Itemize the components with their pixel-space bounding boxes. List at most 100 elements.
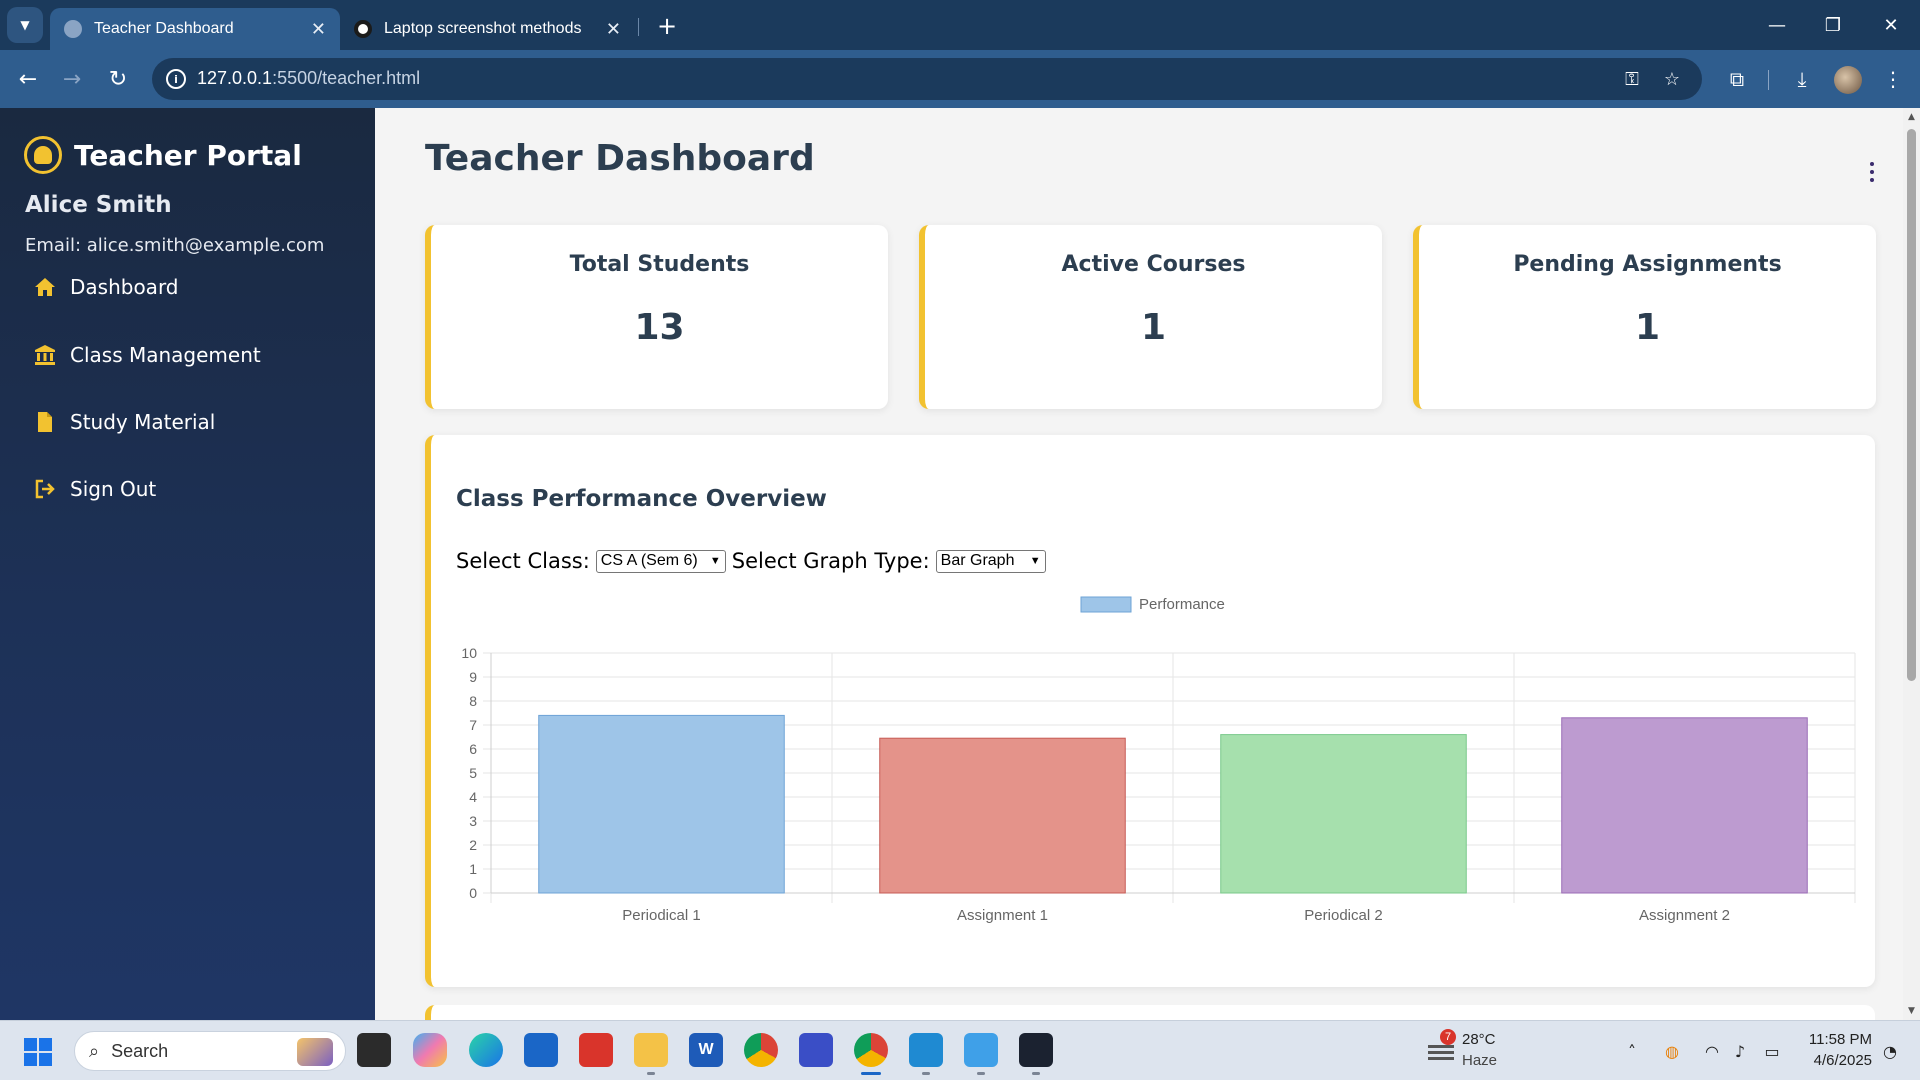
- stat-card-active-courses: Active Courses 1: [919, 225, 1382, 409]
- windows-start-icon[interactable]: [24, 1038, 52, 1066]
- legend-swatch: [1080, 596, 1132, 613]
- download-icon[interactable]: ⤓: [1787, 64, 1817, 94]
- mathworks-icon[interactable]: [799, 1033, 833, 1067]
- sidebar-item-label: Study Material: [70, 410, 216, 434]
- close-tab-icon[interactable]: ✕: [606, 19, 621, 40]
- back-button[interactable]: ←: [13, 64, 43, 94]
- task-view-icon[interactable]: [357, 1033, 391, 1067]
- class-select[interactable]: CS A (Sem 6) ▼: [595, 549, 726, 573]
- terminal-icon[interactable]: [1019, 1033, 1053, 1067]
- running-indicator-active: [861, 1072, 881, 1075]
- tab-search-button[interactable]: ▼: [7, 7, 43, 43]
- taskbar-search[interactable]: ⌕ Search: [74, 1031, 346, 1071]
- minimize-button[interactable]: —: [1762, 10, 1792, 40]
- app-tray-icon[interactable]: ◍: [1660, 1039, 1684, 1063]
- key-icon[interactable]: ⚿: [1620, 67, 1644, 91]
- extensions-icon[interactable]: ⧉: [1722, 64, 1752, 94]
- sidebar-item-class-management[interactable]: Class Management: [34, 343, 261, 367]
- close-window-button[interactable]: ✕: [1876, 10, 1906, 40]
- volume-icon[interactable]: ♪: [1728, 1039, 1752, 1063]
- chevron-up-icon[interactable]: ˄: [1620, 1039, 1644, 1063]
- class-select-label: Select Class:: [456, 549, 590, 573]
- address-bar[interactable]: i 127.0.0.1:5500/teacher.html ⚿ ☆: [152, 58, 1702, 100]
- stat-value: 1: [1634, 307, 1661, 348]
- scroll-up-icon[interactable]: ▲: [1907, 112, 1916, 122]
- forward-button[interactable]: →: [57, 64, 87, 94]
- vscode-icon[interactable]: [909, 1033, 943, 1067]
- y-tick-label: 9: [469, 669, 477, 685]
- page-viewport: Teacher Portal Alice Smith Email: alice.…: [0, 108, 1920, 1020]
- file-icon: [34, 411, 56, 433]
- main-content: Teacher Dashboard Total Students 13 Acti…: [375, 108, 1903, 1020]
- home-icon: [34, 276, 56, 298]
- tab-title: Laptop screenshot methods: [384, 20, 582, 37]
- file-explorer-icon[interactable]: [634, 1033, 668, 1067]
- user-name: Alice Smith: [25, 192, 172, 218]
- close-tab-icon[interactable]: ✕: [311, 19, 326, 40]
- sidebar-item-label: Sign Out: [70, 477, 157, 501]
- graph-type-select-label: Select Graph Type:: [731, 549, 930, 573]
- stat-label: Total Students: [569, 252, 750, 277]
- browser-tab-strip: ▼ Teacher Dashboard ✕ Laptop screenshot …: [0, 0, 1920, 50]
- menu-icon[interactable]: ⋮: [1878, 64, 1908, 94]
- restore-button[interactable]: ❐: [1818, 10, 1848, 40]
- edge-icon[interactable]: [469, 1033, 503, 1067]
- clock-time[interactable]: 11:58 PM: [1800, 1031, 1872, 1048]
- next-card-edge: [425, 1005, 1875, 1020]
- stat-value: 1: [1140, 307, 1167, 348]
- taskbar-search-placeholder: Search: [111, 1040, 169, 1061]
- copilot-icon[interactable]: [413, 1033, 447, 1067]
- search-icon: ⌕: [89, 1040, 100, 1061]
- running-indicator: [647, 1072, 655, 1075]
- performance-card: Class Performance Overview Select Class:…: [425, 435, 1875, 987]
- tab-teacher-dashboard[interactable]: Teacher Dashboard ✕: [50, 8, 340, 50]
- word-icon[interactable]: W: [689, 1033, 723, 1067]
- page-scrollbar[interactable]: ▲ ▼: [1903, 108, 1920, 1020]
- x-tick-label: Assignment 2: [1639, 907, 1730, 924]
- red-app-icon[interactable]: [579, 1033, 613, 1067]
- bar-periodical-2: [1220, 734, 1467, 894]
- x-tick-label: Periodical 1: [622, 907, 700, 924]
- bar-assignment-2: [1561, 717, 1808, 894]
- wifi-icon[interactable]: ◠: [1700, 1039, 1724, 1063]
- x-tick-label: Periodical 2: [1304, 907, 1382, 924]
- sidebar-item-study-material[interactable]: Study Material: [34, 410, 215, 434]
- weather-temp[interactable]: 28°C: [1462, 1031, 1496, 1048]
- graph-type-select[interactable]: Bar Graph ▼: [935, 549, 1046, 573]
- weather-desc[interactable]: Haze: [1462, 1052, 1497, 1069]
- reload-button[interactable]: ↻: [103, 64, 133, 94]
- new-tab-button[interactable]: +: [652, 11, 682, 41]
- y-tick-label: 4: [469, 789, 477, 805]
- chrome-icon[interactable]: [744, 1033, 778, 1067]
- stat-value: 13: [634, 307, 685, 348]
- stat-card-pending-assignments: Pending Assignments 1: [1413, 225, 1876, 409]
- sidebar-item-sign-out[interactable]: Sign Out: [34, 477, 156, 501]
- store-icon[interactable]: [524, 1033, 558, 1067]
- chrome-profile-icon[interactable]: [854, 1033, 888, 1067]
- taskbar: ⌕ Search W 7 28°C Haze ˄ ◍ ◠ ♪ ▭ 11:58 P…: [0, 1020, 1920, 1080]
- notepad-icon[interactable]: [964, 1033, 998, 1067]
- sidebar-item-dashboard[interactable]: Dashboard: [34, 275, 179, 299]
- clock-date[interactable]: 4/6/2025: [1800, 1052, 1872, 1069]
- notification-icon[interactable]: ◔: [1878, 1039, 1902, 1063]
- more-options-icon[interactable]: [1869, 162, 1875, 182]
- url-text[interactable]: 127.0.0.1:5500/teacher.html: [197, 68, 420, 89]
- tab-laptop-screenshot[interactable]: Laptop screenshot methods ✕: [340, 8, 635, 50]
- bookmark-star-icon[interactable]: ☆: [1660, 67, 1684, 91]
- globe-icon: [64, 20, 82, 38]
- profile-avatar[interactable]: [1834, 66, 1862, 94]
- y-tick-label: 0: [469, 885, 477, 901]
- scroll-down-icon[interactable]: ▼: [1907, 1006, 1916, 1016]
- toolbar-divider: [1768, 70, 1769, 90]
- brand-title: Teacher Portal: [74, 138, 302, 172]
- performance-title: Class Performance Overview: [456, 486, 827, 512]
- y-tick-label: 8: [469, 693, 477, 709]
- site-info-icon[interactable]: i: [166, 69, 186, 89]
- performance-bar-chart: Performance 0 1 2 3 4 5 6 7 8 9 10 Periodical 1 Assig…: [461, 596, 1856, 924]
- brand: Teacher Portal: [24, 136, 302, 174]
- weather-badge: 7: [1440, 1029, 1456, 1045]
- stat-label: Pending Assignments: [1513, 252, 1782, 277]
- battery-icon[interactable]: ▭: [1760, 1039, 1784, 1063]
- chatgpt-icon: [354, 20, 372, 38]
- scrollbar-thumb[interactable]: [1907, 129, 1916, 681]
